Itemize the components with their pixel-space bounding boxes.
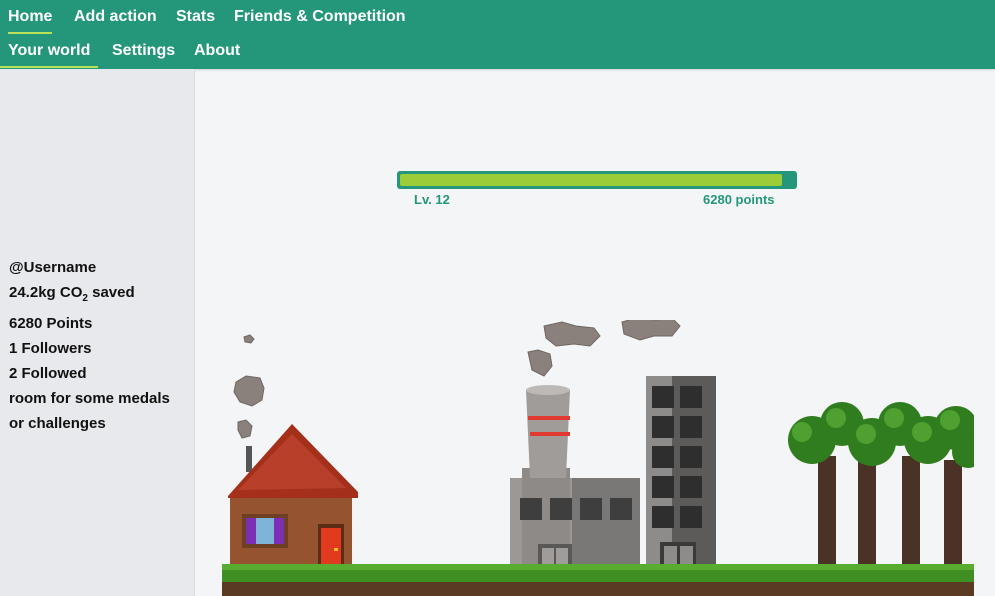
level-progress-bar [397,171,797,189]
medals-placeholder-line2: or challenges [9,415,106,432]
sidebar: @Username 24.2kg CO2 saved 6280 Points 1… [0,69,195,596]
house-icon [228,424,358,568]
nav-your-world[interactable]: Your world [0,34,99,68]
co2-suffix: saved [87,284,135,301]
level-label: Lv. 12 [414,192,450,207]
followed-count: 2 Followed [9,365,87,382]
co2-saved: 24.2kg CO2 saved [9,280,170,311]
co2-amount: 24.2kg CO [9,284,83,301]
nav-settings[interactable]: Settings [112,34,175,68]
points-count: 6280 Points [9,315,93,332]
followers-count: 1 Followers [9,340,92,357]
secondary-nav: Your world Settings About [0,34,995,69]
nav-stats[interactable]: Stats [176,0,215,34]
level-progress-fill [400,174,782,186]
nav-add-action[interactable]: Add action [74,0,157,34]
profile-summary: @Username 24.2kg CO2 saved 6280 Points 1… [9,255,170,436]
primary-nav: Home Add action Stats Friends & Competit… [0,0,995,34]
medals-placeholder-line1: room for some medals [9,390,170,407]
apartment-building-icon [646,376,716,568]
username: @Username [9,259,97,276]
points-label: 6280 points [703,192,775,207]
grass-ground-icon [222,564,974,596]
nav-home[interactable]: Home [8,0,53,34]
nav-about[interactable]: About [194,34,240,68]
trees-icon [788,402,974,568]
smoke-clouds-icon [233,320,681,439]
world-scene [222,320,974,596]
nav-friends-competition[interactable]: Friends & Competition [234,0,406,34]
factory-icon [510,385,640,568]
